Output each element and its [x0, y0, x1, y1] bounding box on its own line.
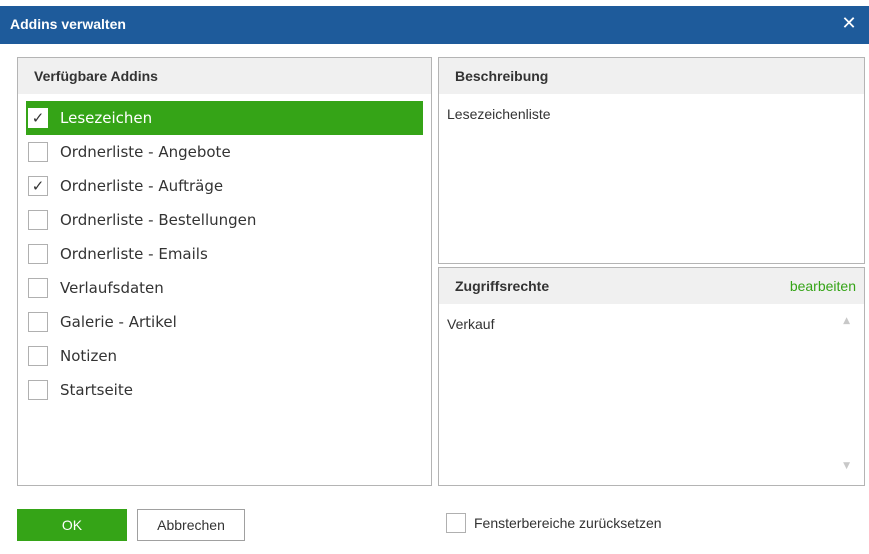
addin-checkbox[interactable]: [28, 278, 48, 298]
addin-item[interactable]: Ordnerliste - Emails: [26, 237, 423, 271]
description-panel: Beschreibung Lesezeichenliste: [438, 57, 865, 264]
addin-checkbox[interactable]: [28, 312, 48, 332]
ok-button[interactable]: OK: [17, 509, 127, 541]
access-rights-panel: Zugriffsrechte bearbeiten Verkauf ▲ ▼: [438, 267, 865, 486]
addin-label: Ordnerliste - Bestellungen: [60, 211, 257, 229]
checkmark-icon: ✓: [31, 177, 45, 195]
addin-item[interactable]: Verlaufsdaten: [26, 271, 423, 305]
access-rights-header-bar: Zugriffsrechte bearbeiten: [439, 268, 864, 304]
description-header: Beschreibung: [439, 58, 864, 94]
scroll-down-icon[interactable]: ▼: [843, 461, 850, 471]
window-title: Addins verwalten: [10, 16, 126, 32]
addin-checkbox[interactable]: [28, 380, 48, 400]
addin-item[interactable]: Ordnerliste - Angebote: [26, 135, 423, 169]
addin-label: Ordnerliste - Aufträge: [60, 177, 224, 195]
addin-checkbox[interactable]: [28, 346, 48, 366]
reset-checkbox-box[interactable]: [446, 513, 466, 533]
available-addins-panel: Verfügbare Addins ✓ Lesezeichen Ordnerlist…: [17, 57, 432, 486]
edit-rights-link[interactable]: bearbeiten: [790, 268, 856, 304]
title-bar: Addins verwalten ✕: [0, 6, 869, 44]
reset-window-areas-checkbox[interactable]: Fensterbereiche zurücksetzen: [446, 513, 662, 533]
access-rights-header: Zugriffsrechte: [455, 278, 550, 294]
available-addins-header: Verfügbare Addins: [18, 58, 431, 94]
addin-checkbox[interactable]: [28, 210, 48, 230]
addin-label: Notizen: [60, 347, 118, 365]
addin-item[interactable]: Startseite: [26, 373, 423, 407]
addin-label: Ordnerliste - Emails: [60, 245, 208, 263]
addin-item[interactable]: Notizen: [26, 339, 423, 373]
cancel-button[interactable]: Abbrechen: [137, 509, 245, 541]
access-rights-text: Verkauf: [447, 316, 495, 332]
scroll-up-icon[interactable]: ▲: [843, 316, 850, 326]
description-text: Lesezeichenliste: [447, 106, 551, 122]
addin-label: Lesezeichen: [60, 109, 153, 127]
addin-label: Startseite: [60, 381, 133, 399]
addin-checkbox[interactable]: ✓: [28, 108, 48, 128]
addin-checkbox[interactable]: [28, 142, 48, 162]
addin-label: Galerie - Artikel: [60, 313, 177, 331]
addin-label: Verlaufsdaten: [60, 279, 164, 297]
addin-list: ✓ Lesezeichen Ordnerliste - Angebote ✓ Ordne…: [26, 101, 423, 407]
addin-checkbox[interactable]: [28, 244, 48, 264]
reset-window-areas-label: Fensterbereiche zurücksetzen: [474, 515, 662, 531]
checkmark-icon: ✓: [31, 109, 45, 127]
addin-item[interactable]: ✓ Ordnerliste - Aufträge: [26, 169, 423, 203]
addin-item[interactable]: Galerie - Artikel: [26, 305, 423, 339]
addin-item[interactable]: ✓ Lesezeichen: [26, 101, 423, 135]
addin-item[interactable]: Ordnerliste - Bestellungen: [26, 203, 423, 237]
addin-label: Ordnerliste - Angebote: [60, 143, 231, 161]
addin-checkbox[interactable]: ✓: [28, 176, 48, 196]
close-icon[interactable]: ✕: [839, 13, 859, 35]
